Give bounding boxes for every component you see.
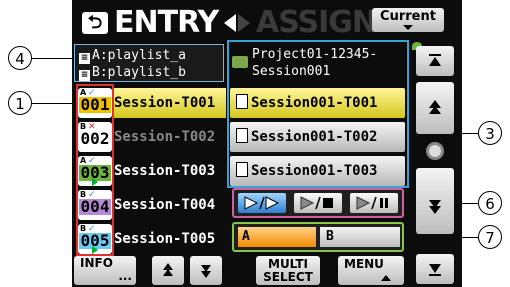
- play-mode-pause-button[interactable]: [350, 193, 398, 213]
- document-icon: [236, 162, 248, 177]
- play-mode-continuous-button[interactable]: [238, 193, 286, 213]
- arrow-up-icon: [429, 100, 441, 114]
- dest-file-name: Session001-T003: [251, 163, 378, 179]
- scroll-down-button[interactable]: [416, 168, 454, 234]
- menu-button-label: MENU: [344, 257, 384, 271]
- play-mode-group: [232, 188, 404, 218]
- playlist-b-label: B:playlist_b: [92, 65, 186, 80]
- entry-number: 004: [79, 197, 111, 216]
- entry-row[interactable]: A ✓ 003 Session-T003 Session001-T003: [72, 154, 462, 188]
- entry-number-badge[interactable]: B ✕ 002: [78, 122, 112, 152]
- current-button[interactable]: Current: [372, 8, 444, 32]
- scroll-bottom-button[interactable]: [416, 254, 454, 284]
- callout-7: 7: [478, 225, 502, 249]
- playlist-a-label: A:playlist_a: [92, 48, 186, 63]
- tab-assign[interactable]: ASSIGN: [256, 6, 377, 40]
- entry-number-badge[interactable]: B ✓ 004: [78, 190, 112, 220]
- callout-6: 6: [478, 191, 502, 215]
- document-icon: [236, 128, 248, 143]
- multi-select-label-2: SELECT: [263, 270, 313, 284]
- playlist-b-button[interactable]: B: [320, 227, 400, 247]
- entry-number-badge[interactable]: B ✓ 005: [78, 224, 112, 254]
- dest-file[interactable]: Session001-T003: [230, 156, 405, 186]
- arrow-up-icon: [163, 263, 173, 276]
- continuous-play-icon: [244, 196, 280, 210]
- document-icon: [236, 94, 248, 109]
- play-icon: [92, 246, 98, 254]
- callout-1: 1: [8, 91, 32, 115]
- callout-4: 4: [8, 46, 32, 70]
- single-play-icon: [300, 196, 333, 210]
- entry-number: 001: [79, 95, 111, 114]
- playlist-icon: ≡: [79, 53, 90, 64]
- entry-row[interactable]: B ✕ 002 Session-T002 Session001-T002: [72, 120, 462, 154]
- callout-1-line: [32, 103, 74, 104]
- playlist-icon: ≡: [79, 70, 90, 81]
- move-up-button[interactable]: [152, 256, 184, 285]
- callout-4-line: [32, 58, 74, 59]
- tab-entry[interactable]: ENTRY: [114, 6, 219, 40]
- source-file-name[interactable]: Session-T004: [114, 190, 228, 220]
- dest-file-name: Session001-T001: [251, 95, 378, 111]
- scroll-up-button[interactable]: [416, 82, 454, 134]
- playlist-ab-group: A B: [232, 222, 404, 252]
- dest-file[interactable]: Session001-T001: [230, 88, 405, 118]
- skip-to-bottom-icon: [429, 264, 441, 276]
- arrow-down-icon: [201, 265, 211, 278]
- ellipsis-icon: ...: [118, 269, 132, 283]
- source-file-name[interactable]: Session-T003: [114, 156, 226, 186]
- scroll-top-button[interactable]: [416, 46, 454, 76]
- chevron-up-icon: [381, 275, 391, 281]
- playlist-info-box: ≡ A:playlist_a ≡ B:playlist_b: [74, 44, 224, 82]
- entry-number: 002: [80, 129, 110, 148]
- play-mode-single-button[interactable]: [294, 193, 342, 213]
- dest-file-name: Session001-T002: [251, 129, 378, 145]
- chevron-down-icon: [403, 25, 413, 30]
- entry-row[interactable]: A ✓ 001 Session-T001 Session001-T001: [72, 86, 462, 120]
- play-icon: [92, 178, 98, 186]
- return-arrow-icon[interactable]: ⮌: [82, 12, 108, 34]
- dest-file[interactable]: Session001-T002: [230, 122, 405, 152]
- entry-number-badge[interactable]: A ✓ 003: [78, 156, 112, 186]
- tab-switch-arrows-icon: [224, 14, 252, 32]
- entry-number-badge[interactable]: A ✓ 001: [78, 88, 112, 118]
- source-file-name[interactable]: Session-T001: [114, 88, 226, 118]
- single-pause-icon: [356, 196, 388, 210]
- current-button-label: Current: [380, 9, 436, 24]
- info-button[interactable]: INFO ...: [74, 256, 136, 285]
- arrow-down-icon: [429, 200, 441, 214]
- source-file-name[interactable]: Session-T002: [114, 122, 226, 152]
- playlist-a-button[interactable]: A: [238, 227, 316, 247]
- skip-to-top-icon: [429, 54, 441, 66]
- source-file-name[interactable]: Session-T005: [114, 224, 228, 254]
- multi-select-button[interactable]: MULTI SELECT: [256, 256, 320, 285]
- scroll-position-knob[interactable]: [426, 142, 444, 160]
- menu-button[interactable]: MENU: [338, 256, 404, 285]
- move-down-button[interactable]: [190, 256, 222, 285]
- device-screen: ⮌ ENTRY ASSIGN Current ≡ A:playlist_a ≡ B:…: [72, 0, 462, 287]
- callout-3: 3: [478, 121, 502, 145]
